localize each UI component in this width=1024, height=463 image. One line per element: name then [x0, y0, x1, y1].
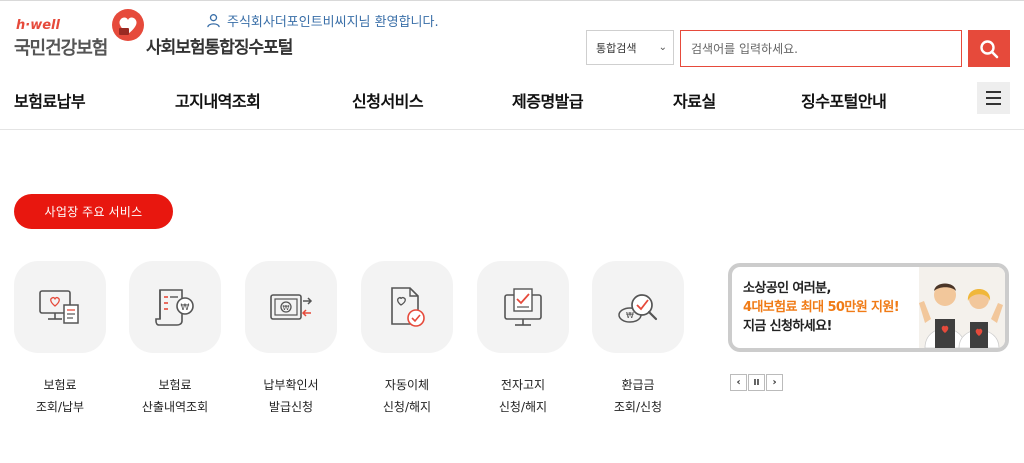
svg-text:₩: ₩ [181, 303, 190, 313]
chevron-down-icon: ⌄ [658, 42, 667, 53]
service-label-line1: 보험료 [43, 378, 77, 392]
service-electronic-notice[interactable]: 전자고지 신청/해지 [477, 261, 569, 418]
welcome-message: 주식회사더포인트비씨지님 환영합니다. [206, 11, 439, 30]
svg-text:₩: ₩ [626, 311, 634, 320]
search-scope-select[interactable]: 통합검색 ⌄ [586, 30, 674, 65]
calculation-document-icon: ₩ [155, 289, 194, 326]
welcome-text: 주식회사더포인트비씨지님 환영합니다. [227, 14, 439, 30]
hamburger-menu-button[interactable] [977, 82, 1010, 114]
payment-certificate-icon: ₩ [270, 294, 313, 320]
service-label-line2: 조회/신청 [613, 400, 663, 414]
nav-item-resources[interactable]: 자료실 [673, 88, 716, 112]
banner-line3: 지금 신청하세요! [743, 319, 832, 334]
service-label: 전자고지 신청/해지 [477, 374, 569, 418]
service-label-line1: 자동이체 [384, 378, 430, 392]
nav-item-premium-payment[interactable]: 보험료납부 [14, 88, 86, 112]
service-payment-certificate[interactable]: ₩ 납부확인서 발급신청 [245, 261, 337, 418]
search-input[interactable] [680, 30, 962, 67]
service-icon-box [361, 261, 453, 353]
workplace-services-button[interactable]: 사업장 주요 서비스 [14, 194, 173, 229]
search-button[interactable] [968, 30, 1010, 67]
search-scope-value: 통합검색 [596, 41, 637, 55]
service-label: 자동이체 신청/해지 [361, 374, 453, 418]
service-label: 납부확인서 발급신청 [245, 374, 337, 418]
service-label-line2: 신청/해지 [382, 400, 432, 414]
banner-pause-button[interactable]: II [748, 374, 765, 391]
banner-prev-button[interactable]: ‹ [730, 374, 747, 391]
logo-korean-text: 국민건강보험 [14, 38, 108, 59]
banner-line2: 4대보험료 최대 50만원 지원! [743, 300, 900, 315]
banner-line1: 소상공인 여러분, [743, 281, 831, 296]
banner-next-button[interactable]: › [766, 374, 783, 391]
service-icon-box [477, 261, 569, 353]
service-label-line1: 환급금 [621, 378, 655, 392]
refund-search-icon: ₩ [618, 294, 658, 323]
portal-title: 사회보험통합징수포털 [146, 38, 293, 58]
service-label-line1: 전자고지 [500, 378, 546, 392]
svg-text:₩: ₩ [283, 304, 290, 312]
service-auto-transfer[interactable]: 자동이체 신청/해지 [361, 261, 453, 418]
heart-logo-icon [112, 9, 144, 41]
hamburger-icon-bar [986, 97, 1001, 99]
nav-item-portal-guide[interactable]: 징수포털안내 [801, 88, 887, 112]
service-icon-box: ₩ [129, 261, 221, 353]
top-border [0, 0, 1024, 1]
service-label-line2: 산출내역조회 [141, 400, 209, 414]
nhis-logo[interactable]: h·well 국민건강보험 [14, 8, 144, 59]
service-label: 환급금 조회/신청 [592, 374, 684, 418]
nav-item-application-service[interactable]: 신청서비스 [352, 88, 424, 112]
service-premium-calculation[interactable]: ₩ 보험료 산출내역조회 [129, 261, 221, 418]
promo-banner[interactable]: 소상공인 여러분, 4대보험료 최대 50만원 지원! 지금 신청하세요! [728, 263, 1009, 352]
auto-transfer-icon [391, 287, 425, 327]
service-refund[interactable]: ₩ 환급금 조회/신청 [592, 261, 684, 418]
service-label-line2: 발급신청 [268, 400, 314, 414]
search-icon [980, 39, 999, 58]
service-premium-inquiry-payment[interactable]: 보험료 조회/납부 [14, 261, 106, 418]
service-icon-box: ₩ [592, 261, 684, 353]
shop-owners-illustration [919, 267, 1005, 348]
service-label-line1: 납부확인서 [263, 378, 319, 392]
service-label-line2: 조회/납부 [35, 400, 85, 414]
electronic-notice-icon [504, 288, 542, 326]
logo-english-text: h·well [16, 18, 60, 33]
hamburger-icon-bar [986, 103, 1001, 105]
hamburger-icon [986, 91, 1001, 93]
service-label: 보험료 산출내역조회 [129, 374, 221, 418]
nav-item-certificate-issue[interactable]: 제증명발급 [512, 88, 584, 112]
service-label: 보험료 조회/납부 [14, 374, 106, 418]
service-icon-box [14, 261, 106, 353]
service-label-line2: 신청/해지 [498, 400, 548, 414]
banner-controls: ‹ II › [730, 374, 783, 391]
service-label-line1: 보험료 [158, 378, 192, 392]
banner-text: 소상공인 여러분, 4대보험료 최대 50만원 지원! 지금 신청하세요! [743, 279, 900, 336]
service-icon-box: ₩ [245, 261, 337, 353]
nav-item-notice-history[interactable]: 고지내역조회 [175, 88, 261, 112]
main-navigation: 보험료납부 고지내역조회 신청서비스 제증명발급 자료실 징수포털안내 [0, 80, 1024, 130]
monitor-bill-icon [39, 290, 79, 324]
user-icon [207, 13, 220, 27]
